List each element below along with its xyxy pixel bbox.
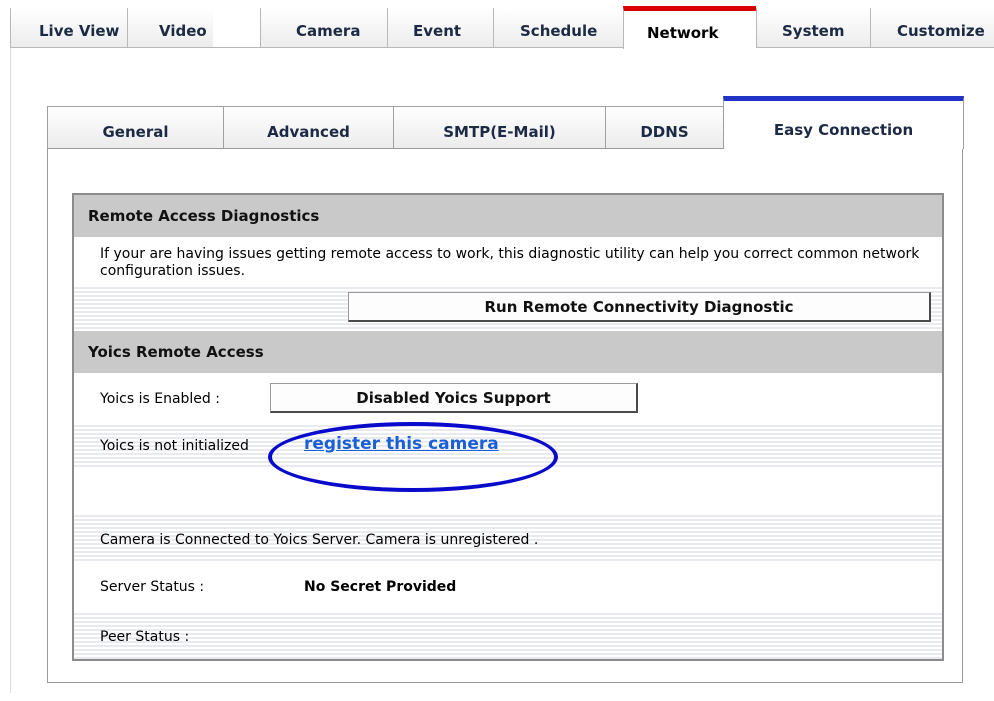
tab-event[interactable]: Event (387, 8, 493, 48)
subtab-advanced[interactable]: Advanced (223, 106, 393, 149)
yoics-section-title: Yoics Remote Access (74, 331, 942, 373)
server-status-label: Server Status : (100, 579, 205, 595)
yoics-connection-status: Camera is Connected to Yoics Server. Cam… (100, 532, 539, 548)
yoics-init-text: Yoics is not initialized (100, 438, 249, 454)
peer-status-row: Peer Status : (74, 611, 942, 659)
tab-video[interactable]: Video (127, 8, 213, 48)
tab-schedule[interactable]: Schedule (493, 8, 623, 48)
main-nav: Live View Video Camera Event Schedule Ne… (10, 0, 994, 49)
server-status-row: Server Status : No Secret Provided (74, 563, 942, 611)
diagnostics-description: If your are having issues getting remote… (100, 246, 920, 279)
spacer-row (74, 469, 942, 513)
network-subnav: General Advanced SMTP(E-Mail) DDNS Easy … (47, 96, 964, 149)
tab-network[interactable]: Network (623, 6, 756, 49)
tab-live-view[interactable]: Live View (10, 8, 127, 48)
peer-status-label: Peer Status : (100, 629, 190, 645)
top-tabs-divider (10, 47, 994, 48)
page-border (10, 48, 11, 693)
subtab-general[interactable]: General (47, 106, 223, 149)
tab-system[interactable]: System (756, 8, 870, 48)
server-status-value: No Secret Provided (304, 579, 457, 595)
tab-camera[interactable]: Camera (260, 8, 387, 48)
tab-customize[interactable]: Customize (870, 8, 994, 48)
easy-connection-content: Remote Access Diagnostics If your are ha… (72, 193, 944, 661)
yoics-init-row: Yoics is not initialized register this c… (74, 423, 942, 469)
yoics-connection-row: Camera is Connected to Yoics Server. Cam… (74, 513, 942, 563)
diagnostics-section-title: Remote Access Diagnostics (74, 195, 942, 237)
subtab-easy-connection[interactable]: Easy Connection (723, 96, 964, 149)
diagnostics-button-row: Run Remote Connectivity Diagnostic (74, 285, 942, 331)
subtab-smtp[interactable]: SMTP(E-Mail) (393, 106, 605, 149)
register-camera-link[interactable]: register this camera (304, 434, 499, 454)
subtabs-divider (47, 148, 964, 149)
yoics-enabled-row: Yoics is Enabled : Disabled Yoics Suppor… (74, 373, 942, 423)
run-diagnostic-button[interactable]: Run Remote Connectivity Diagnostic (348, 292, 931, 322)
subtab-ddns[interactable]: DDNS (605, 106, 723, 149)
yoics-enabled-label: Yoics is Enabled : (100, 391, 220, 407)
toggle-yoics-button[interactable]: Disabled Yoics Support (270, 383, 638, 413)
